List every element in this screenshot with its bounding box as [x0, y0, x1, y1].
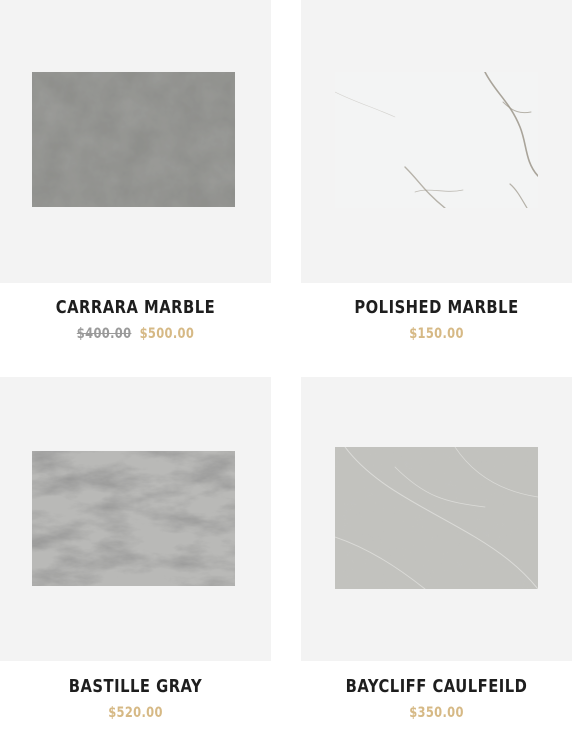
product-title[interactable]: POLISHED MARBLE: [325, 296, 547, 320]
product-card: BAYCLIFF CAULFEILD $350.00: [301, 377, 572, 749]
price: $520.00: [108, 705, 163, 721]
product-card: BASTILLE GRAY $520.00: [0, 377, 271, 749]
product-info: BAYCLIFF CAULFEILD $350.00: [301, 675, 572, 723]
product-image-link[interactable]: [0, 0, 271, 283]
product-title[interactable]: BASTILLE GRAY: [24, 675, 246, 699]
product-image-link[interactable]: [301, 377, 572, 661]
product-card: POLISHED MARBLE $150.00: [301, 0, 572, 372]
product-info: POLISHED MARBLE $150.00: [301, 296, 572, 344]
old-price: $400.00: [76, 326, 132, 342]
sale-price: $500.00: [139, 326, 195, 342]
price-row: $350.00: [325, 703, 547, 723]
product-image-link[interactable]: [0, 377, 271, 661]
carrara-marble-image: [32, 72, 235, 207]
price-row: $150.00: [325, 324, 547, 344]
polished-marble-image: [335, 72, 538, 208]
price: $150.00: [409, 326, 464, 342]
product-image-link[interactable]: [301, 0, 572, 283]
price-row: $400.00 $500.00: [24, 324, 246, 344]
price: $350.00: [409, 705, 464, 721]
baycliff-caulfeild-image: [335, 447, 538, 589]
bastille-gray-image: [32, 451, 235, 586]
price-row: $520.00: [24, 703, 246, 723]
product-title[interactable]: CARRARA MARBLE: [24, 296, 246, 320]
product-card: CARRARA MARBLE $400.00 $500.00: [0, 0, 271, 372]
product-title[interactable]: BAYCLIFF CAULFEILD: [325, 675, 547, 699]
product-info: BASTILLE GRAY $520.00: [0, 675, 271, 723]
product-info: CARRARA MARBLE $400.00 $500.00: [0, 296, 271, 344]
